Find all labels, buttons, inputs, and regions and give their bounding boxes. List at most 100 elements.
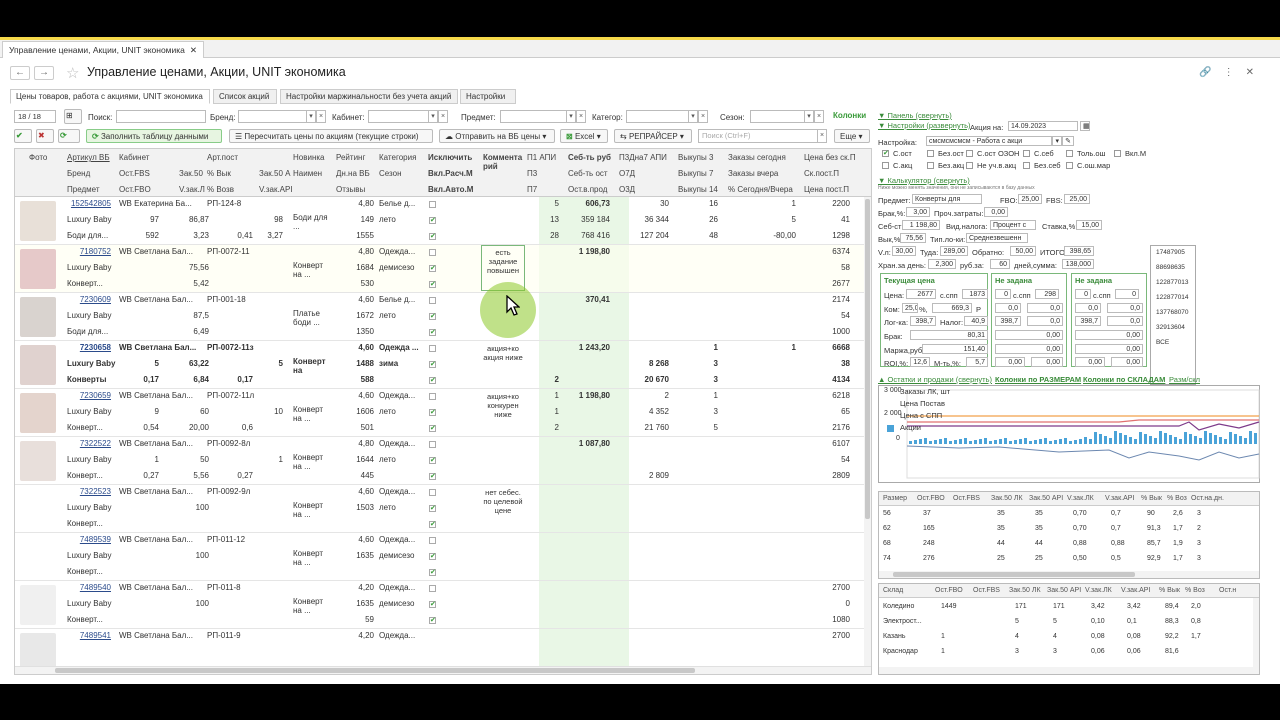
calc-checkbox[interactable]: ✔ <box>429 553 436 560</box>
input-field[interactable]: 25,00 <box>1064 194 1090 204</box>
header-r3-0[interactable]: Предмет <box>67 185 117 194</box>
product-photo[interactable] <box>20 201 56 241</box>
close-icon[interactable]: ✕ <box>190 45 197 55</box>
column-header[interactable]: V.зак.ЛК <box>1085 584 1112 598</box>
header-r3-12[interactable]: Цена пост.П <box>804 185 863 194</box>
input-field[interactable]: 12,6 <box>910 357 930 367</box>
recalc-button[interactable]: ☰ Пересчитать цены по акциям (текущие ст… <box>229 129 433 143</box>
brand-input[interactable] <box>238 110 308 123</box>
column-header[interactable]: Ост.на.дн. <box>1191 492 1224 506</box>
header-r2-7[interactable]: Сезон <box>379 169 426 178</box>
input-field[interactable]: 25,0 <box>902 303 918 313</box>
scroll-thumb[interactable] <box>865 199 870 519</box>
header-r1-3[interactable]: Арт.пост <box>207 153 291 162</box>
send-prices-button[interactable]: ☁ Отправить на ВБ цены ▾ <box>439 129 555 143</box>
article-id[interactable]: 88698635 <box>1156 264 1185 271</box>
settings-toggle-link[interactable]: ▼ Настройки (развернуть) <box>878 121 971 130</box>
fill-table-button[interactable]: ⟳ Заполнить таблицу данными <box>86 129 222 143</box>
header-r2-2[interactable]: Зак.50 ЛК <box>179 169 205 178</box>
column-header[interactable]: V.зак.API <box>1121 584 1150 598</box>
header-r1-7[interactable]: Исключить <box>428 153 481 162</box>
input-field[interactable]: 80,31 <box>910 330 988 340</box>
input-field[interactable]: 151,40 <box>922 344 988 354</box>
header-r3-5[interactable]: Отзывы <box>336 185 426 194</box>
column-header[interactable]: Ост.FBO <box>935 584 963 598</box>
season-input[interactable] <box>750 110 806 123</box>
link-icon[interactable]: 🔗 <box>1199 67 1223 78</box>
by-warehouse-link[interactable]: Колонки по СКЛАДАМ <box>1083 375 1165 384</box>
by-size-link[interactable]: Колонки по РАЗМЕРАМ <box>995 375 1081 384</box>
table-row[interactable]: 7230659 WB Светлана Бал... РП-0072-11л 4,60… <box>15 389 871 437</box>
column-header[interactable]: Зак.50 API <box>1047 584 1081 598</box>
exclude-checkbox[interactable] <box>429 201 436 208</box>
input-field[interactable]: 1 198,80 <box>902 220 940 230</box>
table-row[interactable]: 7322523 WB Светлана Бал... РП-0092-9л 4,60 О… <box>15 485 871 533</box>
article-id[interactable]: 32913604 <box>1156 324 1185 331</box>
horizontal-scrollbar[interactable] <box>879 667 1259 674</box>
search-input[interactable] <box>116 110 206 123</box>
tab-0[interactable]: Цены товаров, работа с акциями, UNIT эко… <box>10 89 210 104</box>
input-field[interactable]: 3,00 <box>906 207 930 217</box>
column-header[interactable]: Ост.н <box>1219 584 1236 598</box>
input-field[interactable]: 0,00 <box>995 344 1063 354</box>
column-header[interactable]: % Вык <box>1159 584 1180 598</box>
auto-checkbox[interactable]: ✔ <box>429 425 436 432</box>
checkbox[interactable] <box>966 162 973 169</box>
exclude-checkbox[interactable] <box>429 345 436 352</box>
product-photo[interactable] <box>20 297 56 337</box>
scroll-thumb[interactable] <box>893 572 1135 577</box>
clear-icon[interactable]: × <box>698 110 708 123</box>
header-r1-14[interactable]: Цена без ск.П <box>804 153 863 162</box>
columns-link[interactable]: Колонки <box>833 111 866 120</box>
header-r1-4[interactable]: Новинка <box>293 153 334 162</box>
chevron-down-icon[interactable]: ▾ <box>1052 136 1062 146</box>
promo-date-input[interactable]: 14.09.2023 17:56:19 <box>1008 121 1078 131</box>
header-r1-0[interactable]: Фото <box>29 153 65 162</box>
calculator-toggle-link[interactable]: ▼ Калькулятор (свернуть) <box>878 176 970 185</box>
input-field[interactable]: 138,000 <box>1062 259 1094 269</box>
calc-checkbox[interactable]: ✔ <box>429 457 436 464</box>
tab-1[interactable]: Список акций <box>213 89 277 104</box>
column-header[interactable]: Склад <box>883 584 903 598</box>
column-header[interactable]: Ост.FBS <box>953 492 980 506</box>
checkbox[interactable] <box>882 162 889 169</box>
subject-input[interactable] <box>500 110 568 123</box>
article-id[interactable]: 122877013 <box>1156 279 1189 286</box>
input-field[interactable]: 1873 <box>962 289 988 299</box>
header-r1-5[interactable]: Рейтинг <box>336 153 377 162</box>
header-r2-4[interactable]: Зак.50 API <box>259 169 291 178</box>
checkbox[interactable] <box>1023 162 1030 169</box>
input-field[interactable]: 0,0 <box>1107 303 1143 313</box>
calc-checkbox[interactable]: ✔ <box>429 265 436 272</box>
table-row[interactable]: 7180752 WB Светлана Бал... РП-0072-11 4,80 О… <box>15 245 871 293</box>
exclude-checkbox[interactable] <box>429 585 436 592</box>
calendar-icon[interactable]: ▦ <box>1080 121 1090 131</box>
exclude-checkbox[interactable] <box>429 489 436 496</box>
header-r1-13[interactable]: Заказы сегодня <box>728 153 802 162</box>
input-field[interactable]: 398,7 <box>995 316 1021 326</box>
tab-3[interactable]: Настройки <box>460 89 516 104</box>
header-r2-1[interactable]: Ост.FBS <box>119 169 177 178</box>
panel-toggle-link[interactable]: ▼ Панель (свернуть) <box>878 111 952 120</box>
checkbox[interactable] <box>927 162 934 169</box>
input-field[interactable]: 0,00 <box>1111 357 1143 367</box>
auto-checkbox[interactable]: ✔ <box>429 569 436 576</box>
input-field[interactable]: 0,00 <box>1075 330 1143 340</box>
column-header[interactable]: % Воз <box>1167 492 1187 506</box>
column-header[interactable]: % Вык <box>1141 492 1162 506</box>
header-r2-3[interactable]: % Вык <box>207 169 257 178</box>
table-row[interactable]: 7230609 WB Светлана Бал... РП-001-18 4,60 Бе… <box>15 293 871 341</box>
input-field[interactable]: 0,00 <box>995 357 1025 367</box>
more-menu-icon[interactable]: ⋮ <box>1224 67 1246 78</box>
category-input[interactable] <box>626 110 690 123</box>
clear-icon[interactable]: × <box>814 110 824 123</box>
header-r1-1[interactable]: Артикул ВБ <box>67 153 117 162</box>
input-field[interactable]: 5,7 <box>966 357 988 367</box>
header-r3-11[interactable]: % Сегодня/Вчера <box>728 185 802 194</box>
column-header[interactable]: Размер <box>883 492 907 506</box>
header-r2-10[interactable]: Себ-ть ост <box>568 169 617 178</box>
input-field[interactable]: 2677 <box>906 289 936 299</box>
checkbox[interactable] <box>1023 150 1030 157</box>
input-field[interactable]: 25,00 <box>1018 194 1042 204</box>
more-button[interactable]: Еще ▾ <box>834 129 870 143</box>
